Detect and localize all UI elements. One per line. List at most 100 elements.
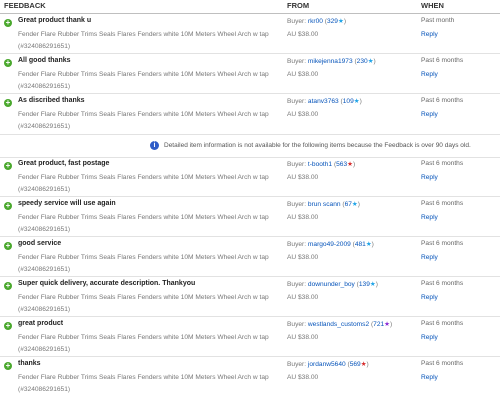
feedback-when: Past 6 months bbox=[421, 160, 464, 167]
item-number: (#324086291651) bbox=[18, 123, 71, 130]
buyer-prefix: Buyer: bbox=[287, 98, 307, 105]
buyer-prefix: Buyer: bbox=[287, 201, 307, 208]
item-number: (#324086291651) bbox=[18, 346, 71, 353]
feedback-comment: speedy service will use again bbox=[18, 200, 116, 207]
item-price: AU $38.00 bbox=[287, 31, 319, 38]
buyer-username-link[interactable]: downunder_boy bbox=[308, 281, 355, 288]
buyer-score-link[interactable]: 481 bbox=[355, 241, 366, 248]
feedback-star-icon: ★ bbox=[351, 201, 358, 208]
buyer-score-link[interactable]: 67 bbox=[345, 201, 352, 208]
item-title: Fender Flare Rubber Trims Seals Flares F… bbox=[18, 214, 269, 221]
feedback-star-icon: ★ bbox=[347, 161, 353, 168]
feedback-comment: great product bbox=[18, 320, 64, 327]
item-number: (#324086291651) bbox=[18, 306, 71, 313]
feedback-comment: As discribed thanks bbox=[18, 97, 85, 104]
reply-link[interactable]: Reply bbox=[421, 294, 438, 301]
buyer-info: Buyer: brun scann (67★) bbox=[287, 201, 360, 208]
buyer-prefix: Buyer: bbox=[287, 161, 307, 168]
positive-feedback-icon: + bbox=[4, 98, 12, 107]
feedback-when: Past 6 months bbox=[421, 200, 464, 207]
item-price: AU $38.00 bbox=[287, 374, 319, 381]
reply-link[interactable]: Reply bbox=[421, 71, 438, 78]
feedback-comment: Super quick delivery, accurate descripti… bbox=[18, 280, 196, 287]
reply-link[interactable]: Reply bbox=[421, 374, 438, 381]
buyer-info: Buyer: margo49-2009 (481★) bbox=[287, 241, 374, 248]
buyer-username-link[interactable]: mikejenna1973 bbox=[308, 58, 353, 65]
feedback-row: + Super quick delivery, accurate descript… bbox=[0, 277, 500, 317]
reply-link[interactable]: Reply bbox=[421, 334, 438, 341]
item-title: Fender Flare Rubber Trims Seals Flares F… bbox=[18, 111, 269, 118]
buyer-score-link[interactable]: 569 bbox=[350, 361, 361, 368]
item-number: (#324086291651) bbox=[18, 266, 71, 273]
feedback-row: + Great product, fast postage Fender Flare… bbox=[0, 157, 500, 197]
feedback-row: + Great product thank u Fender Flare Rubbe… bbox=[0, 14, 500, 54]
positive-feedback-icon: + bbox=[4, 241, 12, 250]
feedback-row: + All good thanks Fender Flare Rubber Trim… bbox=[0, 54, 500, 94]
item-price: AU $38.00 bbox=[287, 294, 319, 301]
feedback-star-icon: ★ bbox=[365, 241, 372, 248]
header-feedback: FEEDBACK bbox=[4, 1, 46, 10]
item-price: AU $38.00 bbox=[287, 334, 319, 341]
buyer-username-link[interactable]: margo49-2009 bbox=[308, 241, 351, 248]
reply-link[interactable]: Reply bbox=[421, 31, 438, 38]
positive-feedback-icon: + bbox=[4, 281, 12, 290]
positive-feedback-icon: + bbox=[4, 58, 12, 67]
buyer-info: Buyer: downunder_boy (139★) bbox=[287, 281, 378, 288]
buyer-username-link[interactable]: westlands_customs2 bbox=[308, 321, 369, 328]
buyer-prefix: Buyer: bbox=[287, 241, 307, 248]
buyer-prefix: Buyer: bbox=[287, 321, 307, 328]
buyer-score-link[interactable]: 109 bbox=[343, 98, 354, 105]
feedback-row: + As discribed thanks Fender Flare Rubber … bbox=[0, 94, 500, 135]
buyer-username-link[interactable]: atanv3763 bbox=[308, 98, 339, 105]
feedback-when: Past 6 months bbox=[421, 240, 464, 247]
feedback-row: + good service Fender Flare Rubber Trims S… bbox=[0, 237, 500, 277]
item-number: (#324086291651) bbox=[18, 386, 71, 393]
item-title: Fender Flare Rubber Trims Seals Flares F… bbox=[18, 71, 269, 78]
reply-link[interactable]: Reply bbox=[421, 111, 438, 118]
buyer-prefix: Buyer: bbox=[287, 58, 307, 65]
positive-feedback-icon: + bbox=[4, 161, 12, 170]
item-number: (#324086291651) bbox=[18, 43, 71, 50]
item-title: Fender Flare Rubber Trims Seals Flares F… bbox=[18, 374, 269, 381]
buyer-prefix: Buyer: bbox=[287, 18, 307, 25]
feedback-comment: Great product thank u bbox=[18, 17, 92, 24]
feedback-when: Past 6 months bbox=[421, 57, 464, 64]
buyer-prefix: Buyer: bbox=[287, 361, 307, 368]
buyer-score-link[interactable]: 139 bbox=[359, 281, 370, 288]
buyer-info: Buyer: jordanw5640 (569★) bbox=[287, 361, 369, 368]
buyer-info: Buyer: mikejenna1973 (230★) bbox=[287, 58, 376, 65]
buyer-username-link[interactable]: jordanw5640 bbox=[308, 361, 346, 368]
feedback-when: Past month bbox=[421, 17, 455, 24]
buyer-score-link[interactable]: 563 bbox=[336, 161, 347, 168]
buyer-score-link[interactable]: 230 bbox=[357, 58, 368, 65]
buyer-username-link[interactable]: t-booth1 bbox=[308, 161, 332, 168]
buyer-score-link[interactable]: 329 bbox=[327, 18, 338, 25]
feedback-star-icon: ★ bbox=[367, 58, 374, 65]
buyer-info: Buyer: t-booth1 (563★) bbox=[287, 161, 356, 168]
buyer-prefix: Buyer: bbox=[287, 281, 307, 288]
feedback-comment: Great product, fast postage bbox=[18, 160, 110, 167]
buyer-info: Buyer: westlands_customs2 (721★) bbox=[287, 321, 393, 328]
item-price: AU $38.00 bbox=[287, 71, 319, 78]
item-title: Fender Flare Rubber Trims Seals Flares F… bbox=[18, 294, 269, 301]
positive-feedback-icon: + bbox=[4, 18, 12, 27]
reply-link[interactable]: Reply bbox=[421, 254, 438, 261]
item-number: (#324086291651) bbox=[18, 226, 71, 233]
feedback-star-icon: ★ bbox=[384, 321, 390, 328]
table-header: FEEDBACK FROM WHEN bbox=[0, 0, 500, 14]
feedback-page: FEEDBACK FROM WHEN + Great product thank … bbox=[0, 0, 500, 395]
feedback-comment: All good thanks bbox=[18, 57, 71, 64]
item-number: (#324086291651) bbox=[18, 186, 71, 193]
old-feedback-notice: i Detailed item information is not avail… bbox=[0, 135, 500, 158]
reply-link[interactable]: Reply bbox=[421, 214, 438, 221]
item-price: AU $38.00 bbox=[287, 254, 319, 261]
buyer-score-link[interactable]: 721 bbox=[373, 321, 384, 328]
feedback-when: Past 6 months bbox=[421, 97, 464, 104]
item-number: (#324086291651) bbox=[18, 83, 71, 90]
feedback-star-icon: ★ bbox=[337, 18, 344, 25]
buyer-username-link[interactable]: brun scann bbox=[308, 201, 341, 208]
feedback-comment: good service bbox=[18, 240, 62, 247]
info-icon: i bbox=[150, 141, 159, 150]
reply-link[interactable]: Reply bbox=[421, 174, 438, 181]
buyer-username-link[interactable]: rkr00 bbox=[308, 18, 323, 25]
